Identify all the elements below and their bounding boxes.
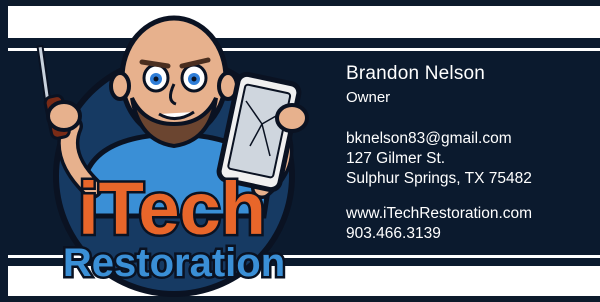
logo-text-bottom: Restoration (63, 241, 285, 285)
contact-name: Brandon Nelson (346, 63, 486, 84)
contact-address-line1: 127 Gilmer St. (346, 150, 446, 167)
contact-phone[interactable]: 903.466.3139 (346, 224, 532, 244)
card-left-edge (0, 0, 8, 302)
logo-text-top: iTech (78, 167, 266, 250)
contact-website[interactable]: www.iTechRestoration.com (346, 204, 532, 224)
contact-block: Brandon Nelson Owner bknelson83@gmail.co… (346, 63, 532, 244)
contact-email[interactable]: bknelson83@gmail.com (346, 129, 532, 149)
logo-wordmark: iTech Restoration (60, 165, 287, 288)
left-hand-icon (46, 100, 82, 132)
contact-address-line2: Sulphur Springs, TX 75482 (346, 170, 532, 187)
contact-title: Owner (346, 89, 391, 106)
right-hand-icon (275, 103, 309, 133)
itech-logo: iTech Restoration (36, 15, 309, 297)
